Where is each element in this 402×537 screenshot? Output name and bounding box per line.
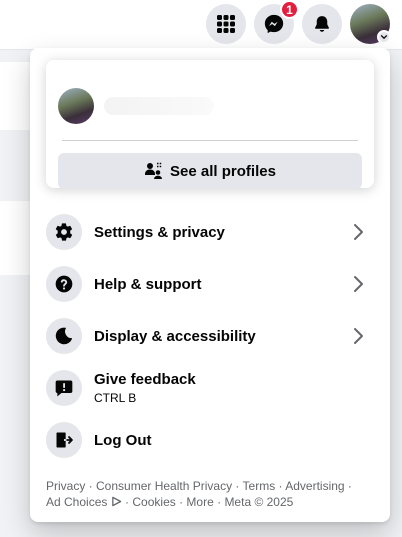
menu-label: Settings & privacy [94, 223, 225, 241]
menu-item-display-accessibility[interactable]: Display & accessibility [38, 310, 382, 362]
footer-link-consumer-health-privacy[interactable]: Consumer Health Privacy [96, 479, 232, 493]
gear-icon [55, 223, 73, 241]
top-navigation-bar: 1 [0, 0, 402, 50]
menu-item-settings-privacy[interactable]: Settings & privacy [38, 206, 382, 258]
menu-text: Give feedback CTRL B [94, 371, 196, 405]
footer-separator: · [232, 479, 243, 493]
feedback-icon [55, 380, 73, 397]
menu-button[interactable] [206, 4, 246, 44]
profiles-icon [145, 162, 163, 179]
chevron-down-icon [380, 34, 388, 40]
footer-copyright: Meta © 2025 [224, 495, 294, 509]
current-profile-row[interactable] [58, 88, 214, 124]
grid-icon [217, 15, 235, 33]
footer-separator: · [121, 495, 133, 509]
footer-link-more[interactable]: More [186, 495, 213, 509]
footer-separator: · [275, 479, 286, 493]
question-icon [55, 275, 73, 293]
menu-icon-circle [46, 422, 82, 458]
notifications-button[interactable] [302, 4, 342, 44]
account-chevron[interactable] [377, 30, 391, 44]
see-all-profiles-label: See all profiles [170, 162, 276, 180]
footer-link-ad-choices[interactable]: Ad Choices [46, 495, 122, 509]
messenger-badge: 1 [280, 0, 299, 19]
menu-label: Log Out [94, 431, 152, 449]
menu-icon-circle [46, 266, 82, 302]
menu-text: Help & support [94, 276, 202, 293]
bell-icon [315, 16, 329, 32]
footer-separator: · [344, 479, 352, 493]
footer-link-privacy[interactable]: Privacy [46, 479, 85, 493]
menu-label: Display & accessibility [94, 327, 256, 345]
footer-separator: · [213, 495, 225, 509]
menu-item-give-feedback[interactable]: Give feedback CTRL B [38, 362, 382, 414]
menu-item-help-support[interactable]: Help & support [38, 258, 382, 310]
menu-icon-circle [46, 214, 82, 250]
menu-text: Display & accessibility [94, 328, 256, 345]
footer-link-terms[interactable]: Terms [243, 479, 276, 493]
ad-choices-label: Ad Choices [46, 495, 108, 509]
menu-icon-circle [46, 370, 82, 406]
background-edge [390, 50, 402, 537]
menu-label: Help & support [94, 275, 202, 293]
background-panel [0, 62, 30, 130]
messenger-icon [264, 14, 284, 34]
logout-icon [56, 432, 73, 448]
chevron-right-icon [354, 224, 363, 240]
chevron-right-icon [354, 328, 363, 344]
footer-link-cookies[interactable]: Cookies [132, 495, 175, 509]
ad-choices-icon [111, 496, 121, 507]
moon-icon [55, 327, 73, 345]
background-panel [0, 201, 30, 275]
menu-text: Settings & privacy [94, 224, 225, 241]
menu-item-log-out[interactable]: Log Out [38, 414, 382, 466]
footer-link-advertising[interactable]: Advertising [285, 479, 344, 493]
footer-separator: · [85, 479, 97, 493]
menu-text: Log Out [94, 432, 151, 449]
profile-name [104, 97, 214, 115]
footer-links: Privacy · Consumer Health Privacy · Term… [46, 478, 382, 510]
menu-label: Give feedback [94, 371, 196, 388]
messenger-button[interactable]: 1 [254, 0, 299, 44]
see-all-profiles-button[interactable]: See all profiles [58, 153, 362, 189]
profile-card: See all profiles [46, 60, 374, 189]
menu-icon-circle [46, 318, 82, 354]
footer-separator: · [175, 495, 187, 509]
avatar [58, 88, 94, 124]
shortcut-hint: CTRL B [94, 391, 137, 405]
divider [62, 140, 358, 141]
chevron-right-icon [354, 276, 363, 292]
account-dropdown-menu: See all profiles Settings & privacy Help… [30, 48, 390, 522]
